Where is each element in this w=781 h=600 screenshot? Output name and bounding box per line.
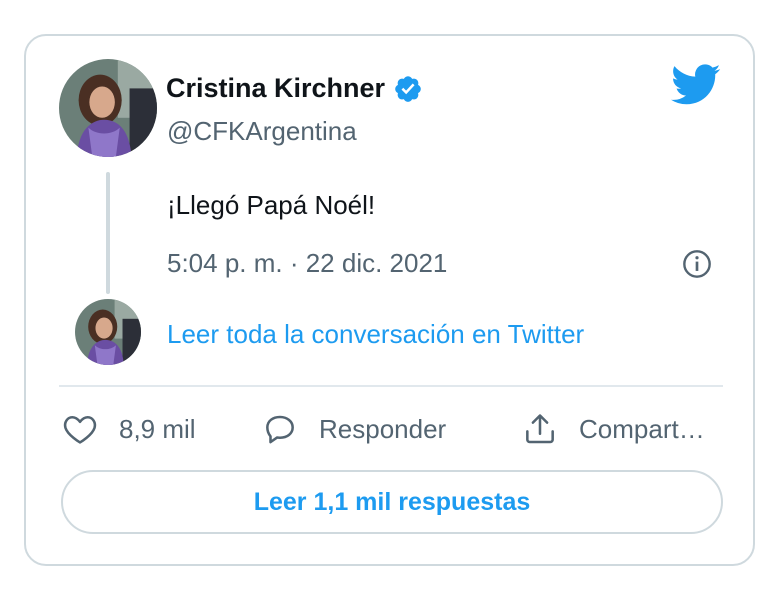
divider — [59, 385, 723, 387]
tweet-timestamp[interactable]: 5:04 p. m. · 22 dic. 2021 — [167, 248, 447, 279]
share-icon — [526, 414, 554, 444]
heart-icon — [63, 416, 97, 444]
tweet-card[interactable]: Cristina Kirchner @CFKArgentina ¡Llegó P… — [24, 34, 755, 566]
tweet-actions: 8,9 mil Responder Compart… — [61, 406, 719, 452]
like-count: 8,9 mil — [119, 413, 196, 444]
verified-badge-icon — [395, 75, 421, 102]
conversation-avatar[interactable] — [75, 299, 141, 365]
reply-button[interactable]: Responder — [261, 410, 521, 448]
read-replies-label: Leer 1,1 mil respuestas — [253, 487, 531, 516]
share-label: Compart… — [579, 413, 705, 444]
read-replies-button[interactable]: Leer 1,1 mil respuestas — [61, 470, 723, 534]
author-name-row[interactable]: Cristina Kirchner — [166, 73, 423, 104]
info-icon[interactable] — [681, 248, 713, 280]
author-avatar[interactable] — [59, 59, 157, 157]
author-handle[interactable]: @CFKArgentina — [167, 116, 357, 147]
share-button[interactable]: Compart… — [521, 410, 719, 448]
like-button[interactable]: 8,9 mil — [61, 410, 261, 448]
tweet-text: ¡Llegó Papá Noél! — [167, 190, 376, 220]
twitter-bird-icon[interactable] — [671, 64, 721, 106]
speech-bubble-icon — [266, 415, 294, 444]
author-name[interactable]: Cristina Kirchner — [166, 73, 385, 104]
reply-label: Responder — [319, 413, 447, 444]
thread-connector-line — [106, 172, 110, 294]
avatar-photo — [59, 59, 157, 157]
read-conversation-link[interactable]: Leer toda la conversación en Twitter — [167, 319, 584, 350]
avatar-photo-small — [75, 299, 141, 365]
